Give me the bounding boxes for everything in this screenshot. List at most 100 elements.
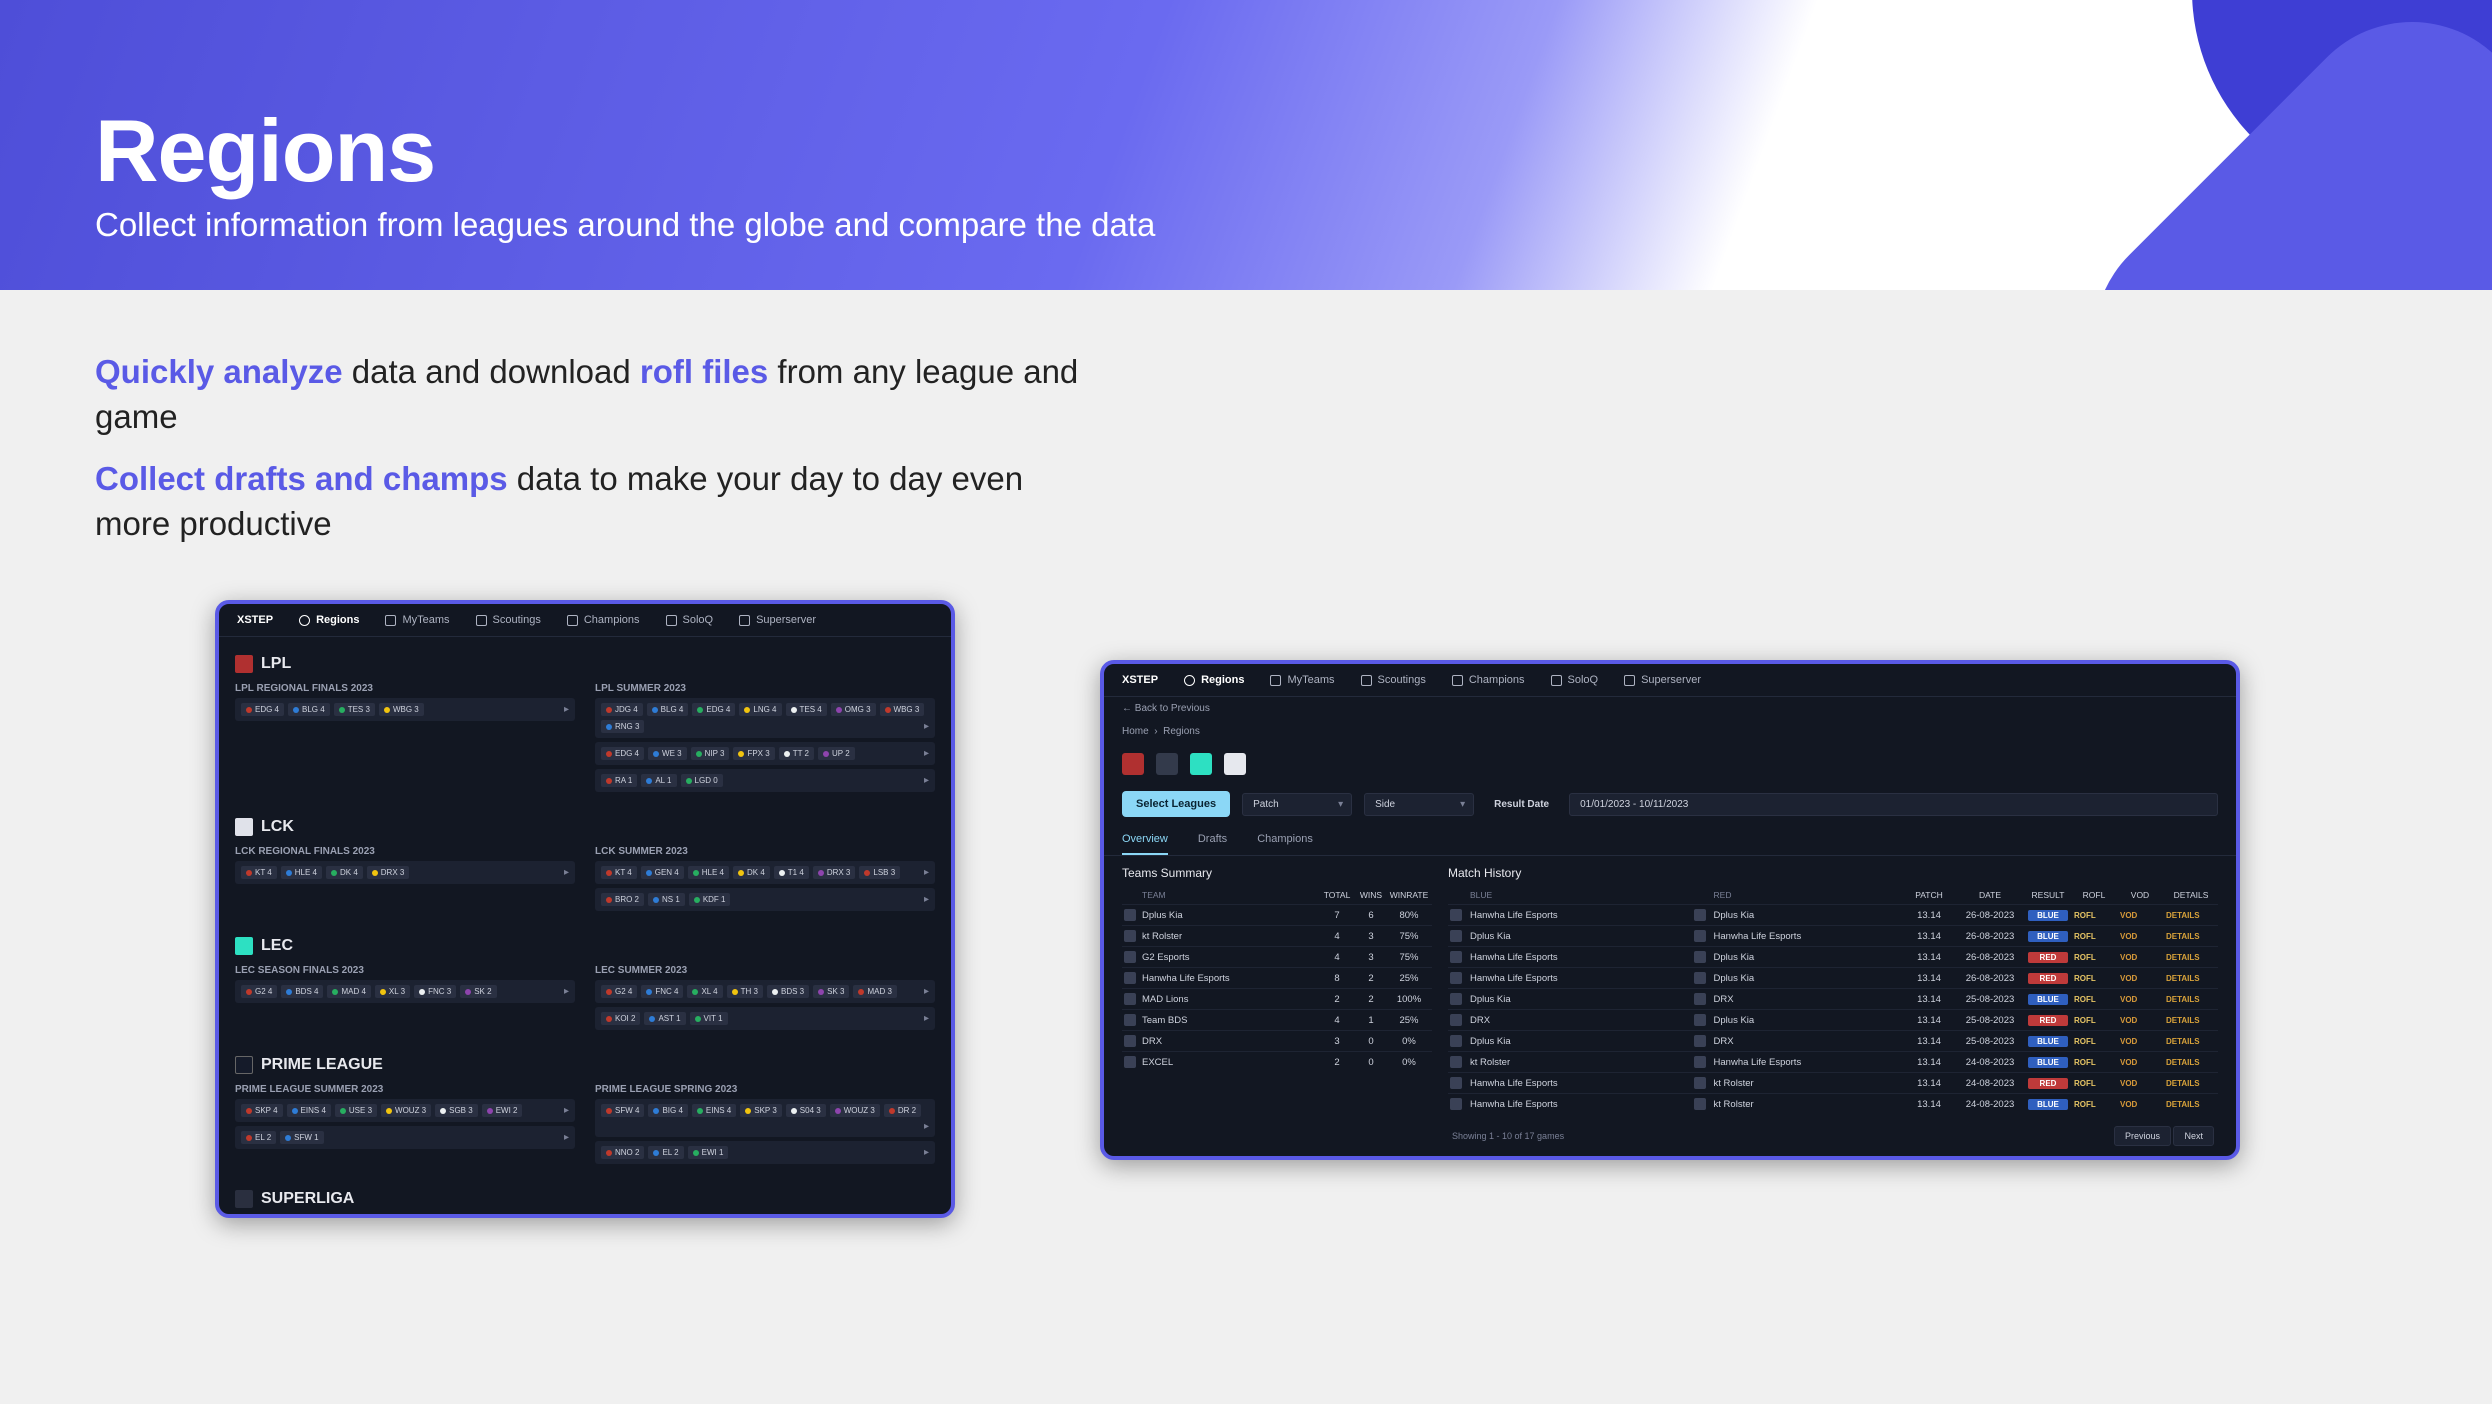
details-link[interactable]: DETAILS <box>2166 974 2216 983</box>
nav-soloq[interactable]: SoloQ <box>666 614 714 626</box>
nav-myteams[interactable]: MyTeams <box>385 614 449 626</box>
team-tag[interactable]: EL 2 <box>648 1146 683 1159</box>
table-row[interactable]: Team BDS 4 1 25% <box>1122 1009 1432 1030</box>
team-tag[interactable]: BDS 3 <box>767 985 809 998</box>
team-tag[interactable]: G2 4 <box>241 985 277 998</box>
team-tag[interactable]: FNC 3 <box>414 985 456 998</box>
team-tag[interactable]: AST 1 <box>644 1012 685 1025</box>
rofl-link[interactable]: ROFL <box>2074 995 2114 1004</box>
expand-arrow-icon[interactable]: ▸ <box>924 775 929 786</box>
team-tag[interactable]: NS 1 <box>648 893 685 906</box>
team-tag[interactable]: WBG 3 <box>880 703 925 716</box>
details-link[interactable]: DETAILS <box>2166 1016 2216 1025</box>
details-link[interactable]: DETAILS <box>2166 1079 2216 1088</box>
team-tag[interactable]: LGD 0 <box>681 774 723 787</box>
previous-button[interactable]: Previous <box>2114 1126 2171 1146</box>
table-row[interactable]: Dplus Kia DRX 13.14 25-08-2023 BLUE ROFL… <box>1448 1030 2218 1051</box>
team-tag[interactable]: DK 4 <box>733 866 770 879</box>
league-title[interactable]: SUPERLIGA <box>235 1190 935 1208</box>
team-tag[interactable]: EINS 4 <box>287 1104 331 1117</box>
expand-arrow-icon[interactable]: ▸ <box>924 1121 929 1132</box>
rofl-link[interactable]: ROFL <box>2074 932 2114 941</box>
team-tag[interactable]: GEN 4 <box>641 866 684 879</box>
table-row[interactable]: Hanwha Life Esports Dplus Kia 13.14 26-0… <box>1448 946 2218 967</box>
details-link[interactable]: DETAILS <box>2166 1058 2216 1067</box>
vod-link[interactable]: VOD <box>2120 995 2160 1004</box>
team-tag[interactable]: AL 1 <box>641 774 676 787</box>
nav-champions[interactable]: Champions <box>1452 674 1525 686</box>
team-tag[interactable]: NNO 2 <box>601 1146 644 1159</box>
side-select[interactable]: Side <box>1364 793 1474 816</box>
team-tag[interactable]: RA 1 <box>601 774 637 787</box>
team-tag[interactable]: SGB 3 <box>435 1104 478 1117</box>
team-tag[interactable]: EWI 2 <box>482 1104 523 1117</box>
team-tag[interactable]: TES 4 <box>786 703 827 716</box>
team-tag[interactable]: KOI 2 <box>601 1012 640 1025</box>
team-tag[interactable]: MAD 4 <box>327 985 370 998</box>
team-tag[interactable]: DRX 3 <box>367 866 410 879</box>
table-row[interactable]: Hanwha Life Esports 8 2 25% <box>1122 967 1432 988</box>
vod-link[interactable]: VOD <box>2120 932 2160 941</box>
rofl-link[interactable]: ROFL <box>2074 1016 2114 1025</box>
team-tag[interactable]: XL 3 <box>375 985 410 998</box>
team-tag[interactable]: BLG 4 <box>647 703 689 716</box>
league-chip[interactable] <box>1122 753 1144 775</box>
date-range-input[interactable]: 01/01/2023 - 10/11/2023 <box>1569 793 2218 816</box>
team-tag[interactable]: TT 2 <box>779 747 814 760</box>
team-tag[interactable]: UP 2 <box>818 747 855 760</box>
team-tag[interactable]: SK 2 <box>460 985 496 998</box>
nav-myteams[interactable]: MyTeams <box>1270 674 1334 686</box>
team-tag[interactable]: EDG 4 <box>241 703 284 716</box>
league-chip[interactable] <box>1224 753 1246 775</box>
team-tag[interactable]: WOUZ 3 <box>381 1104 431 1117</box>
table-row[interactable]: kt Rolster 4 3 75% <box>1122 925 1432 946</box>
team-tag[interactable]: USE 3 <box>335 1104 377 1117</box>
team-tag[interactable]: SFW 4 <box>601 1104 644 1117</box>
rofl-link[interactable]: ROFL <box>2074 1058 2114 1067</box>
expand-arrow-icon[interactable]: ▸ <box>564 1132 569 1143</box>
team-tag[interactable]: RNG 3 <box>601 720 644 733</box>
details-link[interactable]: DETAILS <box>2166 995 2216 1004</box>
vod-link[interactable]: VOD <box>2120 1079 2160 1088</box>
expand-arrow-icon[interactable]: ▸ <box>924 1013 929 1024</box>
nav-soloq[interactable]: SoloQ <box>1551 674 1599 686</box>
team-tag[interactable]: FPX 3 <box>733 747 774 760</box>
tab-overview[interactable]: Overview <box>1122 833 1168 855</box>
table-row[interactable]: Dplus Kia DRX 13.14 25-08-2023 BLUE ROFL… <box>1448 988 2218 1009</box>
rofl-link[interactable]: ROFL <box>2074 1037 2114 1046</box>
league-chip[interactable] <box>1190 753 1212 775</box>
league-title[interactable]: LEC <box>235 937 935 955</box>
team-tag[interactable]: NIP 3 <box>691 747 730 760</box>
table-row[interactable]: EXCEL 2 0 0% <box>1122 1051 1432 1072</box>
nav-champions[interactable]: Champions <box>567 614 640 626</box>
team-tag[interactable]: LSB 3 <box>859 866 900 879</box>
vod-link[interactable]: VOD <box>2120 974 2160 983</box>
team-tag[interactable]: EINS 4 <box>692 1104 736 1117</box>
team-tag[interactable]: BIG 4 <box>648 1104 687 1117</box>
expand-arrow-icon[interactable]: ▸ <box>924 1147 929 1158</box>
breadcrumb-regions[interactable]: Regions <box>1163 726 1200 737</box>
tab-drafts[interactable]: Drafts <box>1198 833 1227 855</box>
team-tag[interactable]: BDS 4 <box>281 985 323 998</box>
team-tag[interactable]: T1 4 <box>774 866 809 879</box>
team-tag[interactable]: JDG 4 <box>601 703 643 716</box>
team-tag[interactable]: DK 4 <box>326 866 363 879</box>
league-title[interactable]: PRIME LEAGUE <box>235 1056 935 1074</box>
nav-superserver[interactable]: Superserver <box>739 614 816 626</box>
table-row[interactable]: DRX 3 0 0% <box>1122 1030 1432 1051</box>
expand-arrow-icon[interactable]: ▸ <box>564 867 569 878</box>
details-link[interactable]: DETAILS <box>2166 1100 2216 1109</box>
team-tag[interactable]: MAD 3 <box>853 985 896 998</box>
back-link[interactable]: ← Back to Previous <box>1104 697 2236 720</box>
team-tag[interactable]: EDG 4 <box>601 747 644 760</box>
team-tag[interactable]: WBG 3 <box>379 703 424 716</box>
team-tag[interactable]: KT 4 <box>241 866 277 879</box>
vod-link[interactable]: VOD <box>2120 911 2160 920</box>
rofl-link[interactable]: ROFL <box>2074 974 2114 983</box>
nav-regions[interactable]: Regions <box>1184 674 1244 686</box>
team-tag[interactable]: BLG 4 <box>288 703 330 716</box>
rofl-link[interactable]: ROFL <box>2074 1100 2114 1109</box>
team-tag[interactable]: HLE 4 <box>688 866 729 879</box>
team-tag[interactable]: KDF 1 <box>689 893 731 906</box>
expand-arrow-icon[interactable]: ▸ <box>564 704 569 715</box>
